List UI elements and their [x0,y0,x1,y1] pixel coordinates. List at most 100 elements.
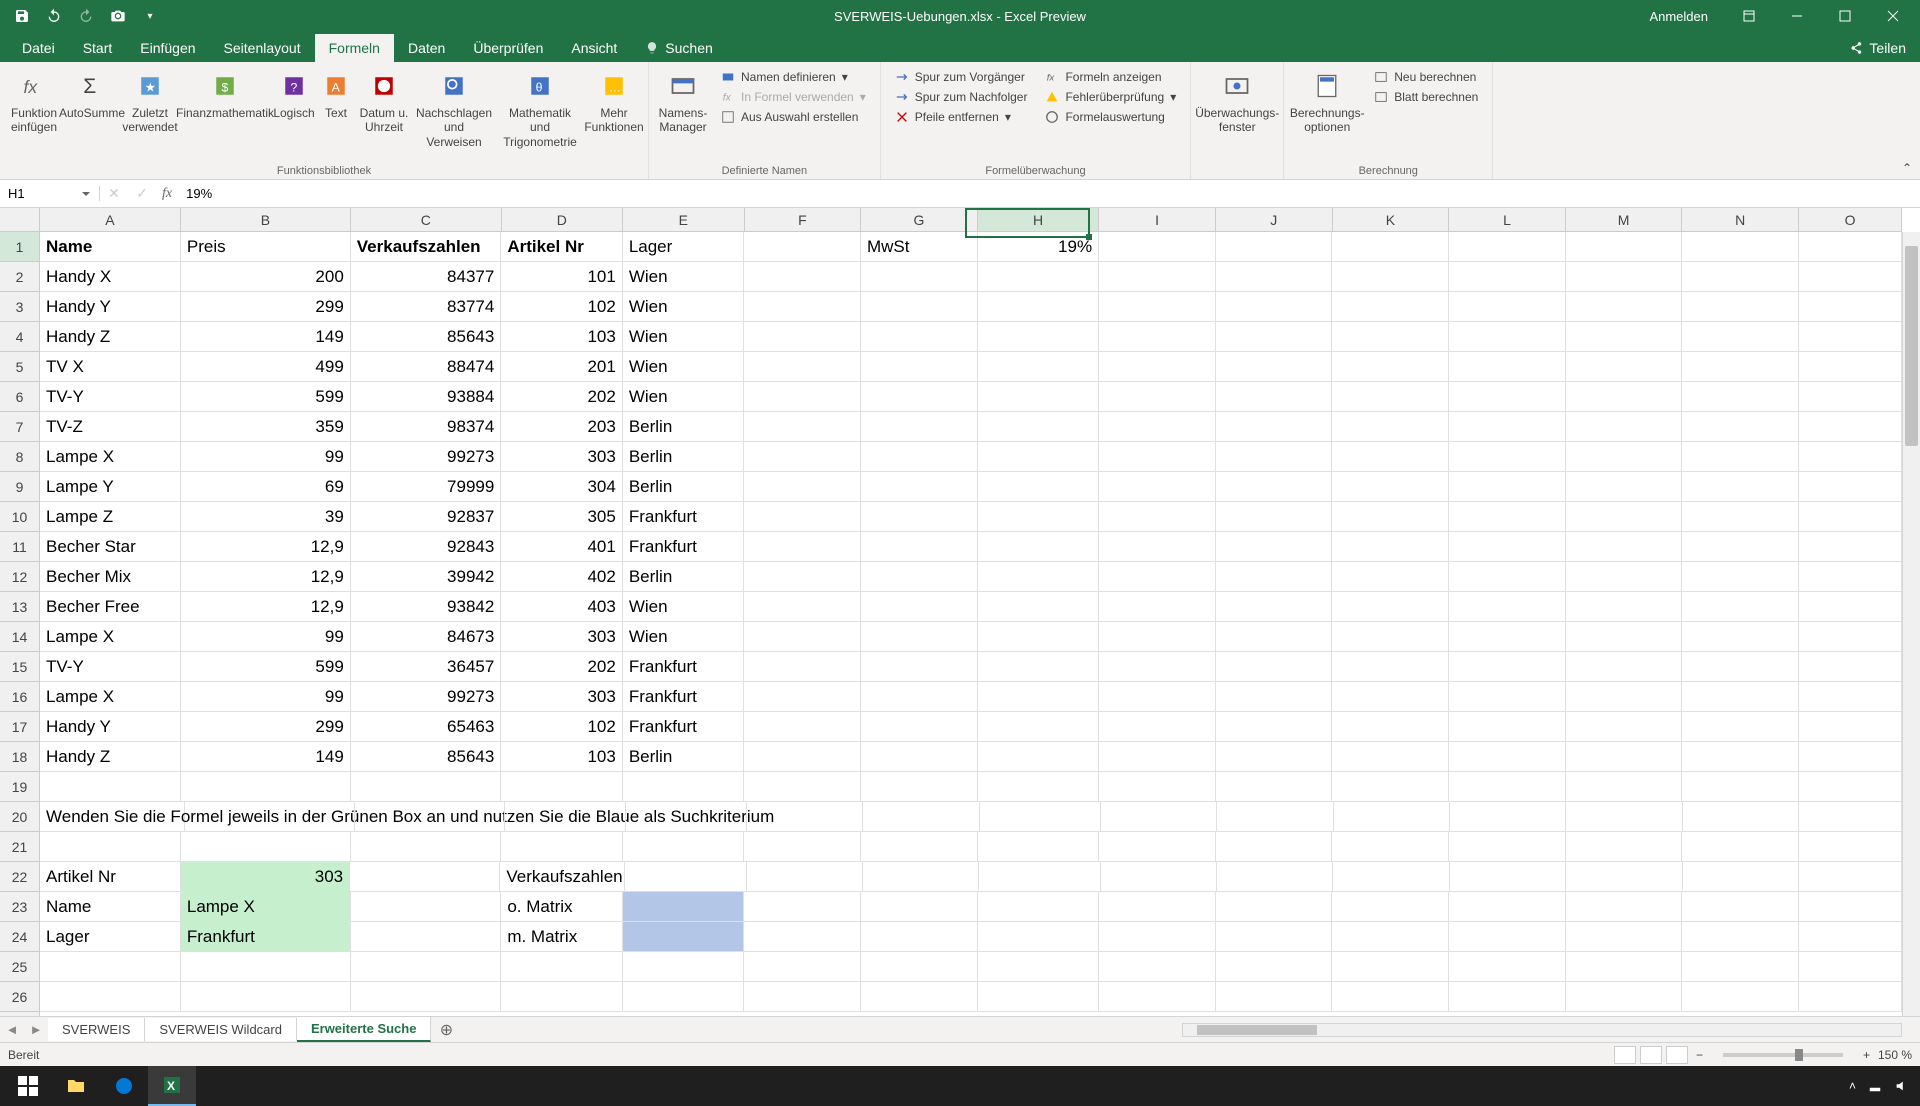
math-trig-button[interactable]: θMathematik und Trigonometrie [496,66,584,153]
cell[interactable] [1799,502,1902,532]
cell[interactable]: 599 [181,382,351,412]
column-header-F[interactable]: F [745,208,862,231]
fx-icon[interactable]: fx [156,186,178,202]
cell[interactable] [1099,592,1216,622]
cell[interactable] [747,862,863,892]
cell[interactable]: Becher Free [40,592,181,622]
row-header-6[interactable]: 6 [0,382,39,412]
cell[interactable] [1099,262,1216,292]
cell[interactable] [1449,412,1566,442]
cell[interactable]: Frankfurt [623,682,744,712]
tab-formulas[interactable]: Formeln [315,34,394,62]
cell[interactable] [1682,952,1799,982]
row-header-8[interactable]: 8 [0,442,39,472]
cell[interactable] [978,412,1099,442]
cell[interactable] [1566,472,1683,502]
trace-dependents-button[interactable]: Spur zum Nachfolger [891,88,1032,106]
cell[interactable] [744,592,861,622]
cell[interactable] [978,712,1099,742]
maximize-button[interactable] [1822,0,1868,32]
cell[interactable] [1332,562,1449,592]
cell[interactable] [350,862,500,892]
cell[interactable] [1799,472,1902,502]
row-header-5[interactable]: 5 [0,352,39,382]
cell[interactable] [1799,352,1902,382]
cell[interactable] [861,262,978,292]
column-header-J[interactable]: J [1216,208,1333,231]
cell[interactable]: 201 [501,352,622,382]
cell[interactable] [744,472,861,502]
cell[interactable] [1799,532,1902,562]
row-header-11[interactable]: 11 [0,532,39,562]
cell[interactable]: Wenden Sie die Formel jeweils in der Grü… [40,802,185,832]
cell[interactable] [351,892,502,922]
cell[interactable] [1216,712,1333,742]
cell[interactable] [1799,832,1902,862]
cell[interactable] [1216,412,1333,442]
row-header-18[interactable]: 18 [0,742,39,772]
cell[interactable] [978,472,1099,502]
tab-view[interactable]: Ansicht [557,34,631,62]
cell[interactable] [863,802,979,832]
cell[interactable]: 101 [501,262,622,292]
lookup-ref-button[interactable]: Nachschlagen und Verweisen [414,66,494,153]
recently-used-button[interactable]: ★Zuletzt verwendet [122,66,178,139]
cell[interactable] [744,532,861,562]
cell[interactable] [861,412,978,442]
cell[interactable] [1216,322,1333,352]
cell[interactable] [861,952,978,982]
cell[interactable] [1799,772,1902,802]
cell[interactable] [978,382,1099,412]
cell[interactable] [1216,952,1333,982]
cell[interactable] [1450,802,1566,832]
cell[interactable] [1216,442,1333,472]
cell[interactable] [1216,262,1333,292]
show-formulas-button[interactable]: fxFormeln anzeigen [1041,68,1180,86]
cell[interactable]: m. Matrix [501,922,622,952]
cell[interactable] [1566,952,1683,982]
file-explorer-button[interactable] [52,1066,100,1106]
cell[interactable]: TV-Z [40,412,181,442]
cell[interactable] [744,442,861,472]
cell[interactable] [1682,742,1799,772]
cell[interactable] [861,502,978,532]
select-all-corner[interactable] [0,208,40,232]
cell[interactable]: Name [40,892,181,922]
cell[interactable] [1799,712,1902,742]
cell[interactable] [744,772,861,802]
cell[interactable] [1799,862,1902,892]
cell[interactable] [1099,532,1216,562]
cell[interactable] [1683,802,1799,832]
cell[interactable] [1099,502,1216,532]
cell[interactable] [861,622,978,652]
cell[interactable]: 99273 [351,442,502,472]
row-header-23[interactable]: 23 [0,892,39,922]
cell[interactable] [861,922,978,952]
row-header-14[interactable]: 14 [0,622,39,652]
cells-area[interactable]: NamePreisVerkaufszahlenArtikel NrLagerMw… [40,232,1902,1016]
collapse-ribbon-button[interactable]: ⌃ [1902,161,1912,175]
cell[interactable]: 103 [501,322,622,352]
cell[interactable]: 65463 [351,712,502,742]
cell[interactable] [1449,952,1566,982]
cell[interactable] [1216,502,1333,532]
vertical-scrollbar[interactable] [1902,232,1920,1016]
cell[interactable] [1449,352,1566,382]
cell[interactable] [1332,742,1449,772]
zoom-out-button[interactable]: − [1688,1048,1711,1062]
cell[interactable] [1449,382,1566,412]
cell[interactable]: Verkaufszahlen [500,862,625,892]
cell[interactable]: 103 [501,742,622,772]
cell[interactable] [1799,382,1902,412]
cell[interactable] [1682,352,1799,382]
text-button[interactable]: AText [318,66,354,124]
cell[interactable] [861,472,978,502]
cell[interactable]: Lampe X [181,892,351,922]
cell[interactable] [861,382,978,412]
signin-button[interactable]: Anmelden [1633,9,1724,24]
cell[interactable] [1216,352,1333,382]
column-header-E[interactable]: E [623,208,744,231]
cell[interactable] [1216,292,1333,322]
cell[interactable]: Frankfurt [623,502,744,532]
cell[interactable]: 499 [181,352,351,382]
